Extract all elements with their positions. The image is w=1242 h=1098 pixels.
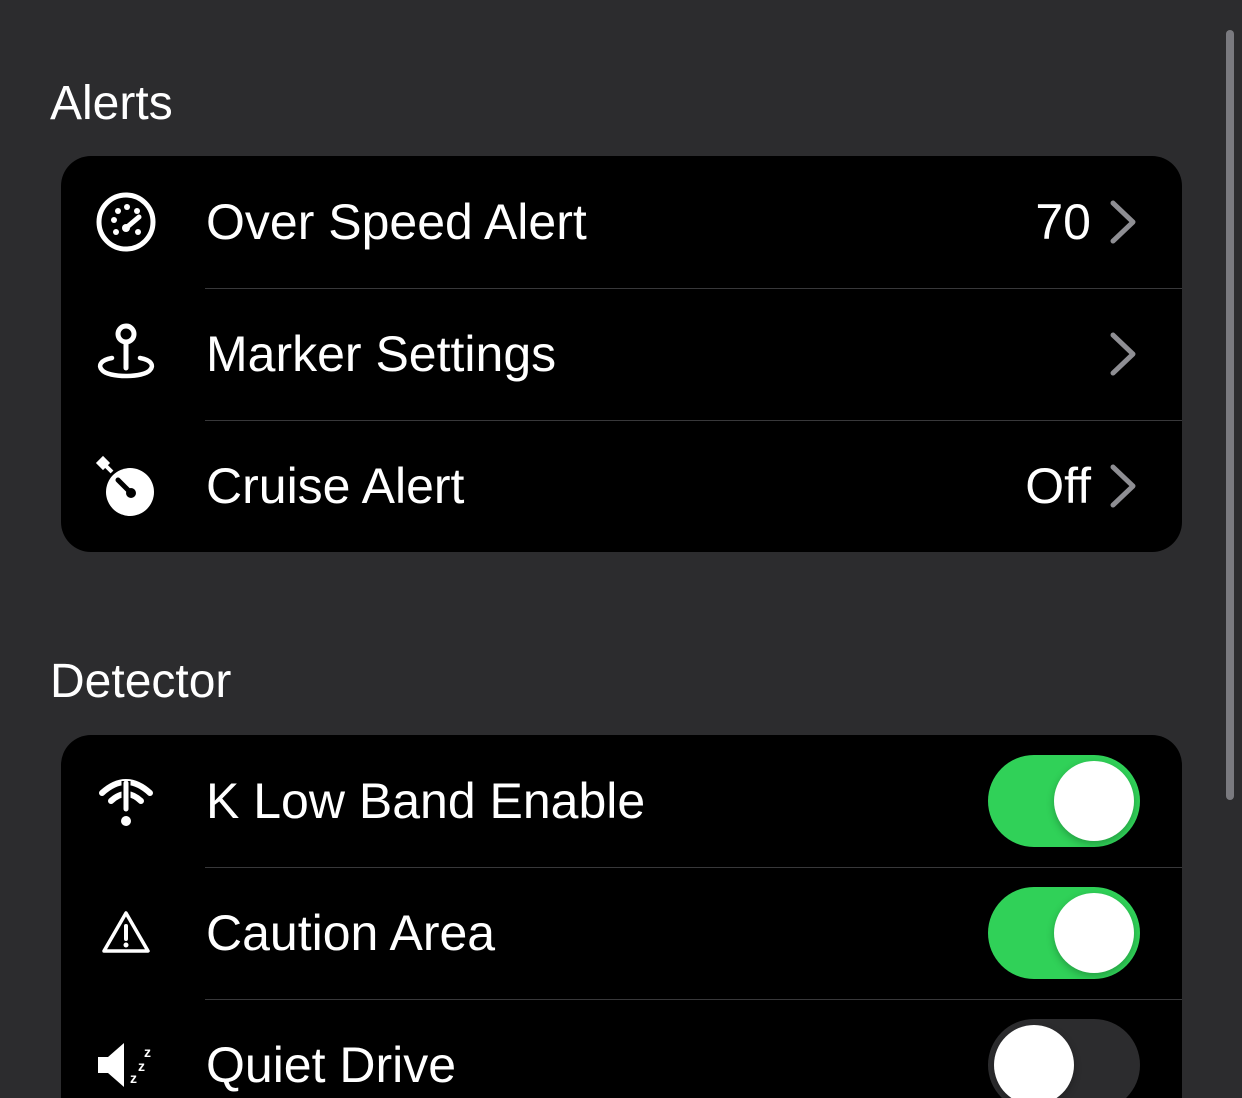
location-pin-icon	[91, 319, 161, 389]
svg-text:z: z	[144, 1044, 151, 1060]
k-low-band-enable-label: K Low Band Enable	[206, 773, 646, 829]
svg-text:z: z	[130, 1070, 137, 1086]
caution-area-label: Caution Area	[206, 905, 496, 961]
chevron-right-icon	[1110, 200, 1136, 244]
marker-settings-label: Marker Settings	[206, 326, 557, 382]
toggle-knob	[1054, 893, 1134, 973]
alerts-group: Over Speed Alert 70 Marker Settings Crui…	[61, 156, 1182, 552]
alerts-section-header: Alerts	[50, 77, 173, 130]
k-low-band-enable-toggle[interactable]	[988, 755, 1140, 847]
chevron-right-icon	[1110, 464, 1136, 508]
toggle-knob	[1054, 761, 1134, 841]
cruise-alert-value: Off	[1025, 458, 1091, 514]
timer-icon	[91, 451, 161, 521]
toggle-knob	[994, 1025, 1074, 1098]
settings-page: Alerts Over Speed Alert 70 Marker Settin…	[0, 0, 1242, 1098]
caution-area-row: Caution Area	[61, 867, 1182, 999]
over-speed-alert-value: 70	[1035, 194, 1091, 250]
quiet-drive-label: Quiet Drive	[206, 1037, 457, 1093]
quiet-drive-toggle[interactable]	[988, 1019, 1140, 1098]
over-speed-alert-row[interactable]: Over Speed Alert 70	[61, 156, 1182, 288]
cruise-alert-trailing: Off	[1025, 457, 1137, 515]
speedometer-icon	[91, 187, 161, 257]
marker-settings-trailing	[1109, 331, 1137, 377]
speaker-zzz-icon: z z z	[91, 1030, 161, 1098]
detector-section-header: Detector	[50, 655, 232, 708]
cruise-alert-label: Cruise Alert	[206, 458, 465, 514]
chevron-right-icon	[1110, 332, 1136, 376]
k-low-band-enable-row: K Low Band Enable	[61, 735, 1182, 867]
marker-settings-row[interactable]: Marker Settings	[61, 288, 1182, 420]
detector-group: K Low Band Enable Caution Area z z z Qui…	[61, 735, 1182, 1098]
svg-text:z: z	[138, 1058, 145, 1074]
antenna-signal-icon	[91, 766, 161, 836]
quiet-drive-row: z z z Quiet Drive	[61, 999, 1182, 1098]
over-speed-alert-label: Over Speed Alert	[206, 194, 587, 250]
over-speed-alert-trailing: 70	[1035, 193, 1137, 251]
scrollbar[interactable]	[1226, 30, 1234, 800]
warning-triangle-icon	[91, 898, 161, 968]
cruise-alert-row[interactable]: Cruise Alert Off	[61, 420, 1182, 552]
caution-area-toggle[interactable]	[988, 887, 1140, 979]
